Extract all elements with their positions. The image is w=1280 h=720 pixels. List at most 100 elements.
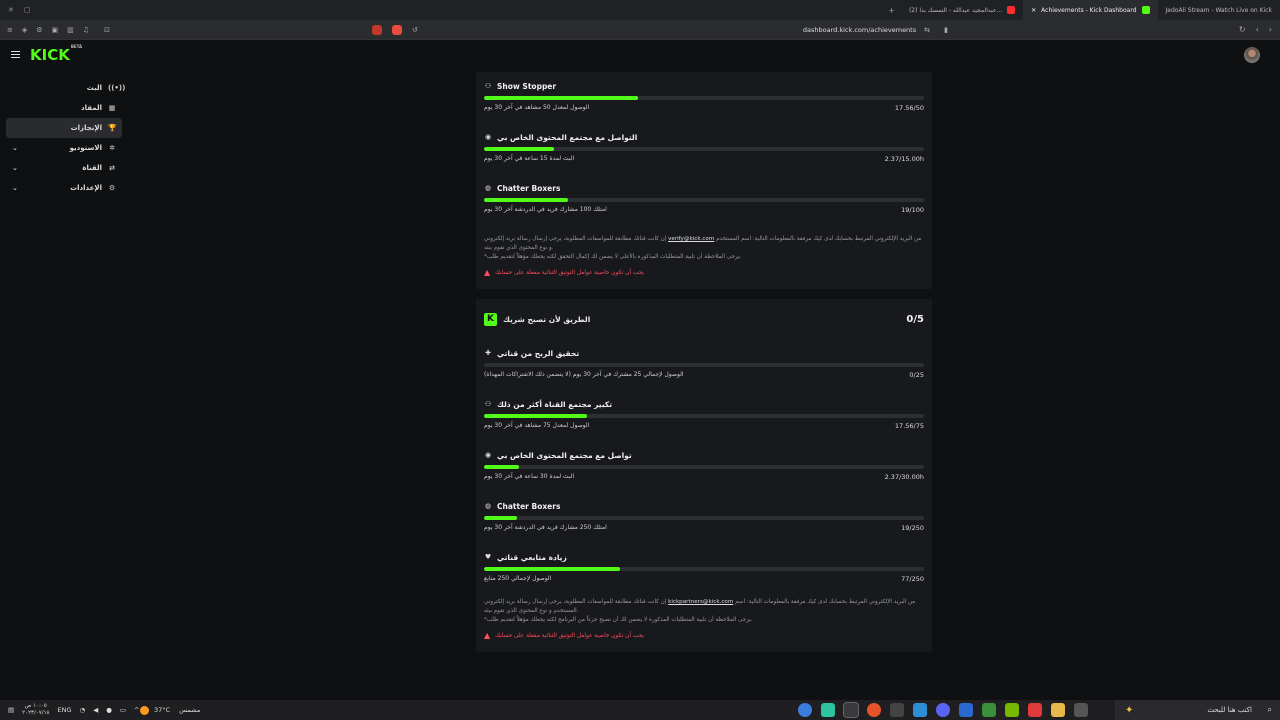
tab-label: JedoAli Stream - Watch Live on Kick [1165,6,1272,14]
progress-bar [484,414,924,418]
opera-app-icon[interactable] [843,702,859,718]
extension-icon[interactable] [392,24,402,35]
sidebar-item[interactable]: ⌄ الإعدادات ⚙ [6,178,122,198]
app-icon[interactable] [982,703,996,717]
trophy-icon: 🏆 [108,124,117,132]
sidebar-item-label-group: القناة ⇄ [82,164,116,172]
progress-fill [484,198,568,202]
new-tab-icon[interactable]: + [888,6,895,15]
translate-icon[interactable]: ⇆ [924,26,930,34]
extension-icon[interactable] [372,24,382,35]
address-bar[interactable]: ↺ dashboard.kick.com/achievements ⇆ ▮ [370,23,948,37]
achievement-title: ✚ تحقيق الربح من قناتي [484,347,924,359]
bookmark-icon[interactable]: ▮ [944,26,948,34]
achievement-title-text: زيادة متابعي قناتي [497,552,567,562]
reload-page-icon[interactable]: ↺ [412,26,418,34]
discord-app-icon[interactable] [936,703,950,717]
weather-temp: 37°C [154,706,171,714]
achievement-description: البث لمدة 30 ساعة في آخر 30 يوم [484,473,575,480]
firefox-app-icon[interactable] [867,703,881,717]
sidebar-item-label-group: البث ((•)) [87,84,126,92]
close-tab-icon[interactable]: ✕ [1031,7,1036,14]
browser-tab-youtube[interactable]: (2) عبدالمجيد عبدالله - التمسك بدا... [901,0,1023,20]
chat-icon: ◍ [484,502,492,510]
show-hidden-icons-icon[interactable]: ^ [134,706,139,714]
progress-bar [484,567,924,571]
url-text[interactable]: dashboard.kick.com/achievements [803,26,916,34]
progress-fill [484,465,519,469]
nvidia-app-icon[interactable] [1005,703,1019,717]
wifi-icon[interactable]: ◔ [80,706,86,714]
edge-app-icon[interactable] [798,703,812,717]
chevron-down-icon: ⌄ [12,184,18,192]
sidebar-item[interactable]: الإنجازات 🏆 [6,118,122,138]
close-window-icon[interactable]: ✕ [8,6,14,14]
terminal-app-icon[interactable] [890,703,904,717]
kick-logo[interactable]: KICKBETA [30,44,82,64]
hamburger-menu-icon[interactable] [11,51,20,58]
progress-bar [484,198,924,202]
kick-favicon-icon [1141,6,1150,14]
brave-app-icon[interactable] [1028,703,1042,717]
search-placeholder: اكتب هنا للبحث [1207,706,1252,714]
back-icon[interactable]: ‹ [1256,25,1259,34]
note-disclaimer: *يرجى الملاحظة أن تلبية المتطلبات المذكو… [484,254,742,260]
achievement-description: الوصول لإجمالي 250 متابع [484,575,552,582]
weather-widget[interactable]: 37°C مشمس [140,705,201,715]
live-icon: ◉ [484,451,492,459]
mic-icon[interactable]: ● [106,706,112,714]
language-indicator[interactable]: ENG [58,706,72,714]
sidebar-item[interactable]: المقاد ▦ [6,98,122,118]
achievement-item: ✚ تحقيق الربح من قناتي الوصول لإجمالي 25 م… [484,339,924,390]
taskbar-search[interactable]: ✦ اكتب هنا للبحث ⌕ [1115,700,1280,720]
broadcast-icon: ((•)) [108,84,126,92]
sidebar-icon[interactable]: ▥ [67,26,74,34]
clock[interactable]: ١٠:٠٥ ص ٢٠٢٣/٠٧/١٨ [22,703,49,717]
progress-fill [484,147,554,151]
warning-icon: ▲ [484,631,491,640]
money-icon: ✚ [485,349,491,357]
sun-icon [140,705,149,715]
browser-tab-achievements[interactable]: ✕ Achievements - Kick Dashboard [1023,0,1158,20]
progress-fill [484,516,518,520]
forward-icon[interactable]: › [1269,25,1272,34]
progress-bar [484,465,924,469]
notification-icon[interactable]: ▤ [8,706,14,714]
menu-icon[interactable]: ≡ [7,26,13,34]
restore-window-icon[interactable]: ▢ [24,6,31,14]
tabs-icon[interactable]: ▣ [52,26,59,34]
sidebar-item[interactable]: ⌄ القناة ⇄ [6,158,122,178]
achievement-progress-value: 77/250 [901,575,924,583]
main-content: ⚇ Show Stopper الوصول لمعدل 50 مشاهد في آخ… [476,72,932,652]
achievement-item: ⚇ تكبير مجتمع القناة أكثر من ذلك الوصول لم… [484,390,924,441]
achievement-title: ♥ زيادة متابعي قناتي [484,551,924,563]
partner-card: ✚ تحقيق الربح من قناتي الوصول لإجمالي 25 م… [476,339,932,652]
file-explorer-app-icon[interactable] [1051,703,1065,717]
volume-icon[interactable]: ◀ [93,706,98,714]
music-icon[interactable]: ♫ [83,26,89,34]
achievement-title-text: Show Stopper [497,81,557,91]
app-icon[interactable] [821,703,835,717]
shield-icon[interactable]: ◈ [22,26,27,34]
dashboard-icon: ▦ [108,104,116,112]
section-progress-count: 0/5 [906,313,924,325]
app-icon[interactable] [959,703,973,717]
app-header: KICKBETA [0,40,1280,72]
achievement-description: الوصول لإجمالي 25 مشترك في آخر 30 يوم (ل… [484,371,684,378]
battery-icon[interactable]: ▭ [120,706,126,714]
task-view-icon[interactable] [1074,703,1088,717]
achievement-item: ◉ تواصل مع مجتمع المحتوى الخاص بي البث لمد… [484,441,924,492]
user-avatar[interactable] [1244,47,1260,63]
settings-icon[interactable]: ⚙ [36,26,42,34]
sidebar-item-label: الإعدادات [70,184,102,192]
verify-email-link[interactable]: verify@kick.com [668,236,714,242]
reload-icon[interactable]: ↻ [1239,25,1246,34]
sidebar-item[interactable]: ⌄ الاستوديو ✲ [6,138,122,158]
weather-text: مشمس [179,706,201,714]
browser-tab-stream[interactable]: JedoAli Stream - Watch Live on Kick [1158,0,1280,20]
screenshot-icon[interactable]: ⊡ [104,26,110,34]
partner-email-link[interactable]: kickpartners@kick.com [668,599,733,605]
sidebar-item[interactable]: البث ((•)) [6,78,126,98]
achievement-item: ◍ Chatter Boxers امتلك 100 مشارك فريد في ا… [484,174,924,225]
telegram-app-icon[interactable] [913,703,927,717]
